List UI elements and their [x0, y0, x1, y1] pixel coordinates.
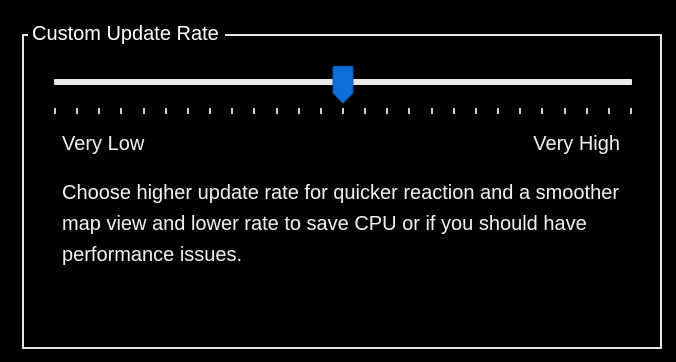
help-text: Choose higher update rate for quicker re… — [62, 182, 620, 266]
slider-tick — [364, 108, 366, 114]
slider-thumb[interactable] — [332, 66, 354, 104]
slider-tick — [98, 108, 100, 114]
slider-tick — [231, 108, 233, 114]
slider-tick — [541, 108, 543, 114]
slider-tick — [408, 108, 410, 114]
slider-tick — [320, 108, 322, 114]
slider-ticks — [54, 108, 632, 120]
slider-tick — [253, 108, 255, 114]
slider-tick — [608, 108, 610, 114]
slider-tick — [475, 108, 477, 114]
slider-tick — [165, 108, 167, 114]
slider-tick — [342, 108, 344, 114]
slider-tick — [519, 108, 521, 114]
slider-tick — [298, 108, 300, 114]
slider-max-label: Very High — [533, 133, 620, 155]
slider-min-label: Very Low — [62, 133, 145, 155]
slider-tick — [453, 108, 455, 114]
slider-tick — [76, 108, 78, 114]
slider-tick — [386, 108, 388, 114]
slider-tick — [564, 108, 566, 114]
slider-tick — [497, 108, 499, 114]
slider-tick — [143, 108, 145, 114]
slider-tick — [187, 108, 189, 114]
slider-tick — [120, 108, 122, 114]
update-rate-slider[interactable] — [54, 62, 634, 120]
slider-tick — [54, 108, 56, 114]
slider-tick — [431, 108, 433, 114]
slider-tick — [630, 108, 632, 114]
slider-tick — [276, 108, 278, 114]
slider-tick — [586, 108, 588, 114]
groupbox-title: Custom Update Rate — [28, 20, 225, 48]
slider-tick — [209, 108, 211, 114]
